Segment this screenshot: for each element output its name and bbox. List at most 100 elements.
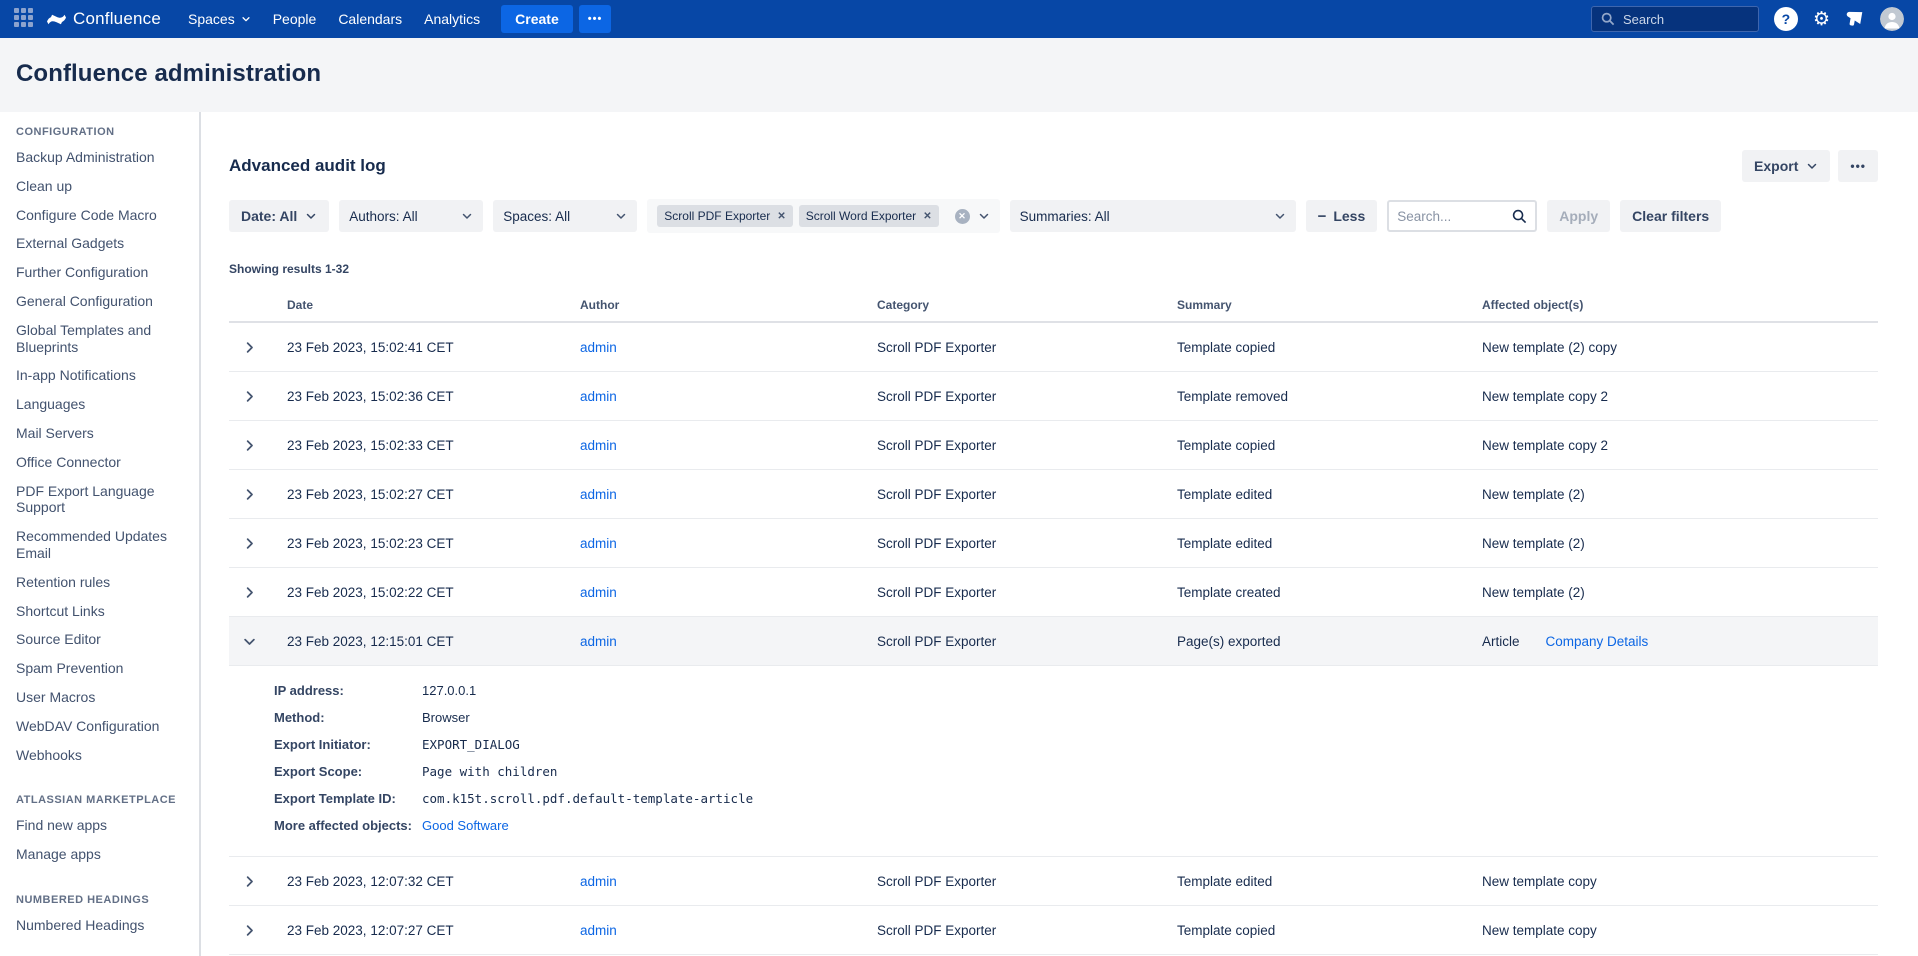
date-filter[interactable]: Date: All bbox=[229, 200, 329, 232]
author-link[interactable]: admin bbox=[580, 340, 617, 355]
nav-menu: SpacesPeopleCalendarsAnalytics bbox=[177, 0, 491, 38]
user-avatar[interactable] bbox=[1880, 7, 1904, 31]
filter-tag[interactable]: Scroll PDF Exporter ✕ bbox=[657, 205, 792, 227]
cell-category: Scroll PDF Exporter bbox=[877, 438, 1177, 453]
nav-search-input[interactable] bbox=[1623, 12, 1749, 27]
table-row[interactable]: 23 Feb 2023, 12:07:27 CETadminScroll PDF… bbox=[229, 906, 1878, 955]
table-row[interactable]: 23 Feb 2023, 15:02:33 CETadminScroll PDF… bbox=[229, 421, 1878, 470]
cell-summary: Page(s) exported bbox=[1177, 634, 1482, 649]
sidebar-item[interactable]: Find new apps bbox=[16, 811, 185, 840]
sidebar-item[interactable]: PDF Export Language Support bbox=[16, 477, 185, 523]
detail-link[interactable]: Good Software bbox=[422, 817, 509, 834]
logo-text: Confluence bbox=[73, 9, 161, 29]
chevron-right-icon[interactable] bbox=[229, 874, 287, 889]
chevron-down-icon bbox=[241, 14, 251, 24]
megaphone-icon[interactable] bbox=[1845, 10, 1865, 29]
categories-filter[interactable]: Scroll PDF Exporter✕Scroll Word Exporter… bbox=[647, 199, 999, 233]
filter-tag-label: Scroll PDF Exporter bbox=[664, 209, 770, 223]
author-link[interactable]: admin bbox=[580, 487, 617, 502]
settings-gear-icon[interactable]: ⚙ bbox=[1813, 10, 1830, 29]
remove-tag-icon[interactable]: ✕ bbox=[777, 211, 785, 222]
nav-item-spaces[interactable]: Spaces bbox=[177, 0, 262, 38]
sidebar-item[interactable]: Office Connector bbox=[16, 448, 185, 477]
table-row[interactable]: 23 Feb 2023, 15:02:22 CETadminScroll PDF… bbox=[229, 568, 1878, 617]
clear-filters-button[interactable]: Clear filters bbox=[1620, 200, 1721, 232]
sidebar-item[interactable]: Configure Code Macro bbox=[16, 201, 185, 230]
author-link[interactable]: admin bbox=[580, 536, 617, 551]
sidebar-item[interactable]: Global Templates and Blueprints bbox=[16, 316, 185, 362]
chevron-right-icon[interactable] bbox=[229, 438, 287, 453]
sidebar-item[interactable]: Further Configuration bbox=[16, 258, 185, 287]
remove-tag-icon[interactable]: ✕ bbox=[923, 211, 931, 222]
apply-button[interactable]: Apply bbox=[1547, 200, 1610, 232]
chevron-right-icon[interactable] bbox=[229, 389, 287, 404]
nav-item-analytics[interactable]: Analytics bbox=[413, 0, 491, 38]
sidebar-item[interactable]: Languages bbox=[16, 390, 185, 419]
filter-search[interactable] bbox=[1387, 200, 1537, 232]
sidebar-item[interactable]: Mail Servers bbox=[16, 419, 185, 448]
cell-affected: New template (2) bbox=[1482, 536, 1878, 551]
chevron-right-icon[interactable] bbox=[229, 340, 287, 355]
app-switcher-icon[interactable] bbox=[14, 8, 37, 31]
author-link[interactable]: admin bbox=[580, 874, 617, 889]
sidebar-item[interactable]: In-app Notifications bbox=[16, 361, 185, 390]
sidebar-item[interactable]: External Gadgets bbox=[16, 229, 185, 258]
author-link[interactable]: admin bbox=[580, 634, 617, 649]
chevron-right-icon[interactable] bbox=[229, 536, 287, 551]
top-navigation: Confluence SpacesPeopleCalendarsAnalytic… bbox=[0, 0, 1918, 38]
nav-more-button[interactable]: ••• bbox=[579, 5, 612, 33]
export-button[interactable]: Export bbox=[1742, 150, 1830, 182]
chevron-right-icon[interactable] bbox=[229, 923, 287, 938]
clear-selection-icon[interactable]: ✕ bbox=[955, 209, 970, 224]
filter-tag[interactable]: Scroll Word Exporter✕ bbox=[799, 205, 939, 227]
table-row[interactable]: 23 Feb 2023, 15:02:41 CETadminScroll PDF… bbox=[229, 323, 1878, 372]
detail-value: Page with children bbox=[422, 763, 557, 780]
sidebar-item[interactable]: Spam Prevention bbox=[16, 654, 185, 683]
table-row[interactable]: 23 Feb 2023, 15:02:36 CETadminScroll PDF… bbox=[229, 372, 1878, 421]
table-row[interactable]: 23 Feb 2023, 15:02:27 CETadminScroll PDF… bbox=[229, 470, 1878, 519]
nav-item-people[interactable]: People bbox=[262, 0, 328, 38]
nav-item-calendars[interactable]: Calendars bbox=[327, 0, 413, 38]
author-link[interactable]: admin bbox=[580, 923, 617, 938]
table-header: Date Author Category Summary Affected ob… bbox=[229, 298, 1878, 323]
sidebar-item[interactable]: Webhooks bbox=[16, 741, 185, 770]
chevron-right-icon[interactable] bbox=[229, 487, 287, 502]
sidebar-item[interactable]: WebDAV Configuration bbox=[16, 712, 185, 741]
filter-search-input[interactable] bbox=[1397, 209, 1506, 224]
affected-object-link[interactable]: Company Details bbox=[1546, 634, 1649, 649]
sidebar-item[interactable]: Source Editor bbox=[16, 625, 185, 654]
chevron-down-icon bbox=[461, 210, 473, 222]
help-icon[interactable]: ? bbox=[1774, 7, 1798, 31]
detail-label: Export Scope: bbox=[274, 763, 422, 780]
col-affected: Affected object(s) bbox=[1482, 298, 1878, 312]
sidebar-item[interactable]: General Configuration bbox=[16, 287, 185, 316]
less-button[interactable]: − Less bbox=[1306, 200, 1378, 232]
sidebar-item[interactable]: Clean up bbox=[16, 172, 185, 201]
confluence-logo[interactable]: Confluence bbox=[47, 9, 161, 29]
sidebar-item[interactable]: Numbered Headings bbox=[16, 911, 185, 940]
nav-search[interactable] bbox=[1591, 6, 1759, 32]
sidebar-item[interactable]: Manage apps bbox=[16, 840, 185, 869]
sidebar-item[interactable]: User Macros bbox=[16, 683, 185, 712]
summaries-filter[interactable]: Summaries: All bbox=[1010, 200, 1296, 232]
sidebar-item[interactable]: Shortcut Links bbox=[16, 597, 185, 626]
sidebar-item[interactable]: Recommended Updates Email bbox=[16, 522, 185, 568]
author-link[interactable]: admin bbox=[580, 585, 617, 600]
chevron-down-icon[interactable] bbox=[229, 634, 287, 649]
chevron-right-icon[interactable] bbox=[229, 585, 287, 600]
author-link[interactable]: admin bbox=[580, 438, 617, 453]
author-link[interactable]: admin bbox=[580, 389, 617, 404]
table-row[interactable]: 23 Feb 2023, 15:02:23 CETadminScroll PDF… bbox=[229, 519, 1878, 568]
create-button[interactable]: Create bbox=[501, 5, 573, 33]
authors-filter[interactable]: Authors: All bbox=[339, 200, 483, 232]
spaces-filter[interactable]: Spaces: All bbox=[493, 200, 637, 232]
sidebar-item[interactable]: Retention rules bbox=[16, 568, 185, 597]
table-row[interactable]: 23 Feb 2023, 12:07:32 CETadminScroll PDF… bbox=[229, 857, 1878, 906]
detail-value: com.k15t.scroll.pdf.default-template-art… bbox=[422, 790, 753, 807]
more-actions-button[interactable]: ••• bbox=[1838, 150, 1878, 182]
sidebar-item[interactable]: Backup Administration bbox=[16, 143, 185, 172]
cell-affected: New template copy bbox=[1482, 874, 1878, 889]
cell-category: Scroll PDF Exporter bbox=[877, 634, 1177, 649]
table-row[interactable]: 23 Feb 2023, 12:15:01 CETadminScroll PDF… bbox=[229, 617, 1878, 666]
chevron-down-icon bbox=[305, 210, 317, 222]
